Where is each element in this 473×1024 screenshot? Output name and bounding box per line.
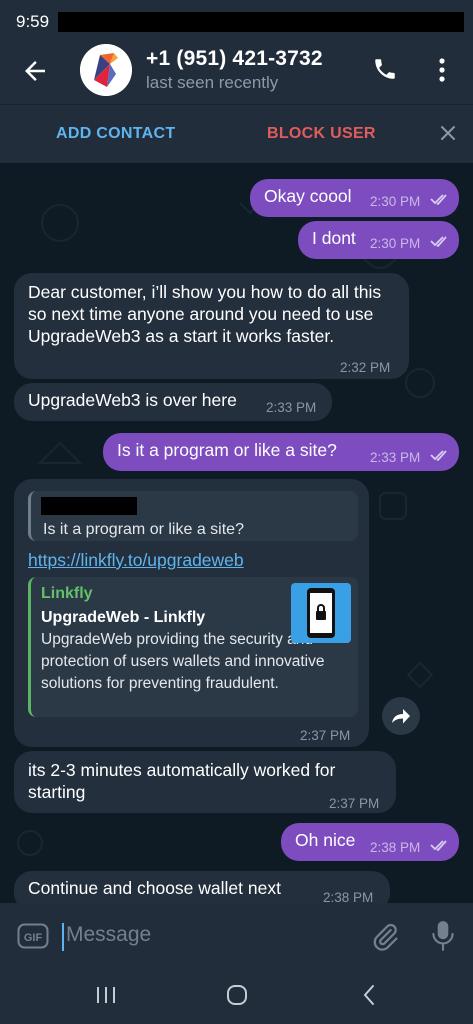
message-link[interactable]: https://linkfly.to/upgradeweb (28, 549, 244, 571)
message-text: Continue and choose wallet next (28, 878, 281, 898)
message-time: 2:38 PM (323, 890, 374, 903)
close-icon[interactable] (440, 125, 456, 141)
message-bubble-incoming[interactable]: its 2-3 minutes automatically worked for… (14, 751, 396, 813)
double-check-icon (430, 450, 447, 461)
message-time: 2:37 PM (329, 796, 380, 811)
more-vertical-icon[interactable] (434, 56, 450, 84)
message-text: Okay coool (264, 186, 352, 206)
message-time: 2:33 PM (370, 450, 421, 465)
link-preview-title: UpgradeWeb - Linkfly (41, 609, 206, 626)
spam-action-bar: ADD CONTACT BLOCK USER (0, 104, 473, 163)
reply-quote[interactable]: Is it a program or like a site? (28, 491, 358, 541)
redacted-reply-author (41, 497, 137, 515)
add-contact-button[interactable]: ADD CONTACT (56, 125, 175, 143)
recent-apps-icon[interactable] (94, 985, 118, 1005)
raven-logo-icon (80, 44, 132, 96)
phone-icon[interactable] (372, 56, 398, 82)
message-time: 2:30 PM (370, 194, 421, 209)
redacted-status-info (58, 12, 464, 32)
message-text: Is it a program or like a site? (117, 440, 337, 460)
arrow-left-icon[interactable] (20, 56, 50, 86)
last-seen-status: last seen recently (146, 73, 279, 92)
message-text: I dont (312, 228, 356, 248)
block-user-button[interactable]: BLOCK USER (267, 125, 376, 143)
reply-quote-text: Is it a program or like a site? (43, 521, 244, 538)
message-bubble-incoming-link[interactable]: Is it a program or like a site? https://… (14, 479, 369, 747)
svg-text:GIF: GIF (24, 932, 43, 944)
message-input[interactable]: Message (66, 923, 151, 947)
contact-name[interactable]: +1 (951) 421-3732 (146, 47, 323, 71)
forward-button[interactable] (382, 697, 420, 735)
status-time: 9:59 (16, 12, 50, 31)
status-bar: 9:59 (0, 0, 473, 44)
message-list[interactable]: Okay coool 2:30 PM I dont 2:30 PM Dear c… (0, 163, 473, 903)
message-bubble-incoming[interactable]: Dear customer, i’ll show you how to do a… (14, 273, 409, 379)
gif-icon[interactable]: GIF (17, 923, 49, 949)
message-text: UpgradeWeb3 is over here (28, 390, 237, 410)
message-time: 2:33 PM (266, 400, 317, 415)
home-icon[interactable] (226, 984, 248, 1006)
message-bubble-outgoing[interactable]: I dont 2:30 PM (298, 221, 459, 259)
link-preview-site: Linkfly (41, 585, 93, 602)
text-caret (62, 923, 64, 951)
message-time: 2:30 PM (370, 236, 421, 251)
paperclip-icon[interactable] (370, 921, 400, 953)
system-navigation-bar (0, 967, 473, 1024)
message-bubble-incoming[interactable]: Continue and choose wallet next 2:38 PM (14, 871, 390, 903)
double-check-icon (430, 236, 447, 247)
system-back-icon[interactable] (362, 984, 376, 1006)
message-text: Dear customer, i’ll show you how to do a… (28, 282, 382, 346)
double-check-icon (430, 194, 447, 205)
message-time: 2:38 PM (370, 840, 421, 855)
microphone-icon[interactable] (430, 919, 456, 953)
message-text: Oh nice (295, 830, 356, 850)
message-bubble-outgoing[interactable]: Okay coool 2:30 PM (250, 179, 459, 217)
message-bubble-incoming[interactable]: UpgradeWeb3 is over here 2:33 PM (14, 383, 332, 421)
link-preview-card[interactable]: Linkfly UpgradeWeb - Linkfly UpgradeWeb … (28, 577, 358, 717)
message-time: 2:37 PM (300, 728, 351, 743)
message-bubble-outgoing[interactable]: Oh nice 2:38 PM (281, 823, 459, 861)
share-arrow-icon (392, 709, 410, 724)
message-composer: GIF Message (0, 903, 473, 967)
chat-header: +1 (951) 421-3732 last seen recently (0, 44, 473, 104)
message-time: 2:32 PM (340, 360, 391, 375)
double-check-icon (430, 840, 447, 851)
avatar[interactable] (80, 44, 132, 96)
message-bubble-outgoing[interactable]: Is it a program or like a site? 2:33 PM (103, 433, 459, 471)
phone-lock-icon (291, 583, 351, 643)
